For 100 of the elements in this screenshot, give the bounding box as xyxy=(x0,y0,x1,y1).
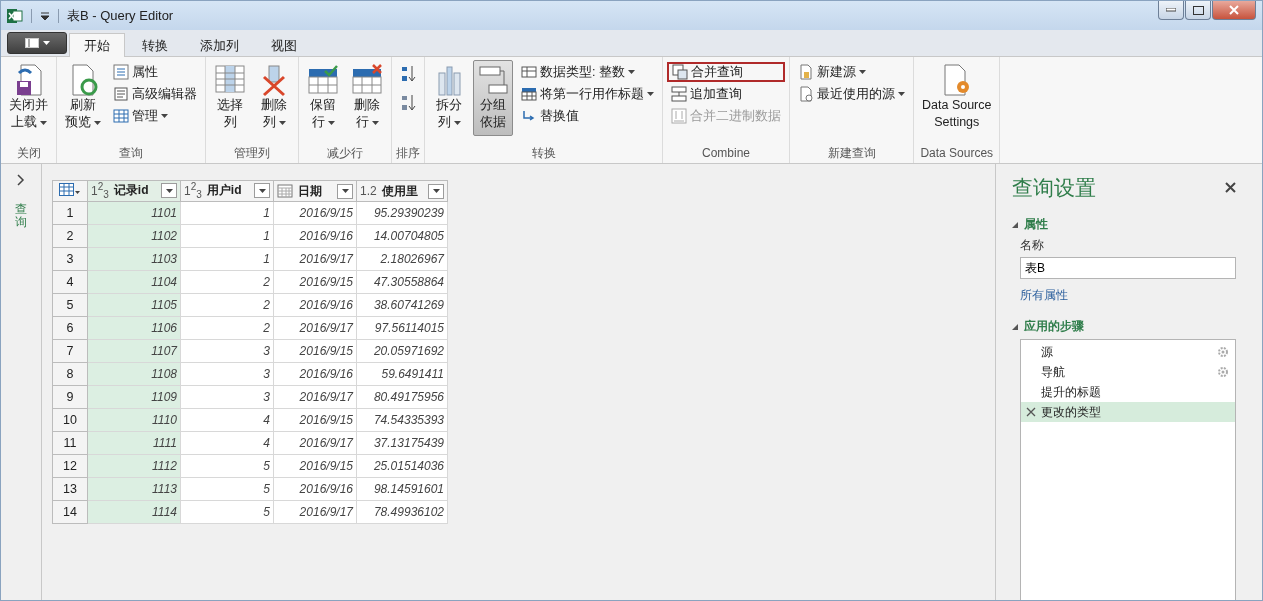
ribbon-large-button[interactable]: 刷新 预览 xyxy=(61,60,105,136)
ribbon-button[interactable]: 最近使用的源 xyxy=(794,84,909,104)
column-header[interactable]: 1$^{2}$$_{3}$ 用户id xyxy=(180,180,274,202)
column-header[interactable]: 1$^{2}$$_{3}$ 记录id xyxy=(87,180,181,202)
step-item[interactable]: 源 xyxy=(1021,342,1235,362)
ribbon-button[interactable]: 将第一行用作标题 xyxy=(517,84,658,104)
quick-access-caret-icon[interactable] xyxy=(40,10,50,21)
filter-dropdown[interactable] xyxy=(337,183,353,199)
recent-document-icon xyxy=(798,86,814,102)
type-label: 1.2 xyxy=(360,184,377,198)
row-number: 14 xyxy=(52,500,88,524)
all-properties-link[interactable]: 所有属性 xyxy=(1020,287,1236,304)
step-item[interactable]: 更改的类型 xyxy=(1021,402,1235,422)
row-number: 10 xyxy=(52,408,88,432)
table-menu-header[interactable] xyxy=(52,180,88,202)
step-label: 源 xyxy=(1041,343,1054,361)
queries-pane-label[interactable]: 查询 xyxy=(15,203,27,230)
field-label: 名称 xyxy=(1020,237,1045,254)
row-number: 6 xyxy=(52,316,88,340)
step-label: 提升的标题 xyxy=(1041,383,1102,401)
maximize-icon xyxy=(1192,5,1204,15)
step-item[interactable]: 提升的标题 xyxy=(1021,382,1235,402)
section-heading: 属性 xyxy=(1024,216,1048,233)
keep-rows-icon xyxy=(307,63,339,97)
script-icon xyxy=(113,86,129,102)
ribbon-large-button[interactable]: 保留 行 xyxy=(303,60,343,136)
ribbon-button[interactable]: 高级编辑器 xyxy=(109,84,201,104)
ribbon-group-label: 减少行 xyxy=(326,145,364,162)
column-header[interactable]: 1.2 使用里 xyxy=(356,180,448,202)
ribbon-tab[interactable]: 转换 xyxy=(127,33,183,57)
ribbon-group-label: 新建查询 xyxy=(826,145,877,162)
ribbon-button[interactable]: 追加查询 xyxy=(667,84,785,104)
filter-dropdown[interactable] xyxy=(161,183,177,199)
close-button[interactable] xyxy=(1212,1,1256,20)
table-icon xyxy=(113,108,129,124)
ribbon-group-label: 关闭 xyxy=(15,145,42,162)
ribbon-large-button[interactable]: 删除 列 xyxy=(254,60,294,136)
step-label: 更改的类型 xyxy=(1041,403,1102,421)
ribbon-group-label: Combine xyxy=(701,145,751,162)
ribbon-large-button[interactable]: 删除 行 xyxy=(347,60,387,136)
group-by-icon xyxy=(477,63,509,97)
filter-dropdown[interactable] xyxy=(428,183,444,199)
row-number: 1 xyxy=(52,201,88,225)
properties-icon xyxy=(113,64,129,80)
menu-icon xyxy=(24,38,39,48)
pane-title: 查询设置 xyxy=(1012,175,1096,201)
calendar-icon xyxy=(277,184,293,198)
row-number: 3 xyxy=(52,247,88,271)
row-number: 4 xyxy=(52,270,88,294)
row-number: 2 xyxy=(52,224,88,248)
ribbon-button[interactable]: 合并查询 xyxy=(667,62,785,82)
spreadsheet-app-icon xyxy=(7,7,23,24)
caret-icon xyxy=(341,189,349,193)
row-number: 7 xyxy=(52,339,88,363)
row-number: 13 xyxy=(52,477,88,501)
collapse-triangle-icon[interactable] xyxy=(1012,221,1018,228)
ribbon-large-button[interactable]: 分组 依据 xyxy=(473,60,513,136)
collapse-triangle-icon[interactable] xyxy=(1012,323,1018,330)
ribbon-large-button[interactable]: 关闭并 上载 xyxy=(5,60,52,136)
section-heading: 应用的步骤 xyxy=(1024,318,1084,335)
ribbon-large-button[interactable]: 选择 列 xyxy=(210,60,250,136)
table-header-icon xyxy=(521,86,537,102)
ribbon-button[interactable]: 新建源 xyxy=(794,62,909,82)
remove-rows-icon xyxy=(351,63,383,97)
column-header[interactable]: 日期 xyxy=(273,180,357,202)
ribbon-button[interactable]: 属性 xyxy=(109,62,201,82)
ribbon-large-button[interactable]: Data Source Settings xyxy=(918,60,996,136)
replace-arrow-icon xyxy=(521,108,537,124)
ribbon-button[interactable]: 替换值 xyxy=(517,106,658,126)
ribbon-button[interactable]: 数据类型: 整数 xyxy=(517,62,658,82)
row-number: 9 xyxy=(52,385,88,409)
name-field[interactable]: 表B xyxy=(1020,257,1236,279)
ribbon-tab[interactable]: 添加列 xyxy=(185,33,254,57)
filter-dropdown[interactable] xyxy=(254,183,270,199)
caret-icon xyxy=(165,189,173,193)
row-number: 12 xyxy=(52,454,88,478)
ribbon-button[interactable]: 管理 xyxy=(109,106,201,126)
file-menu-button[interactable] xyxy=(7,32,67,54)
ribbon-large-button[interactable]: 拆分 列 xyxy=(429,60,469,136)
row-number: 11 xyxy=(52,431,88,455)
caret-icon xyxy=(42,41,50,45)
maximize-button[interactable] xyxy=(1185,1,1211,20)
ribbon-tab[interactable]: 开始 xyxy=(69,33,125,57)
ribbon-group-label: 转换 xyxy=(530,145,557,162)
document-icon xyxy=(798,64,814,80)
column-type-icon xyxy=(521,64,537,80)
close-icon xyxy=(1229,5,1239,15)
row-number: 5 xyxy=(52,293,88,317)
minimize-button[interactable] xyxy=(1158,1,1184,20)
minimize-icon xyxy=(1166,8,1176,12)
ribbon-group-label: 排序 xyxy=(396,145,420,162)
ribbon-group-label: Data Sources xyxy=(919,145,995,162)
caret-icon xyxy=(258,189,266,193)
row-number: 8 xyxy=(52,362,88,386)
window-title: 表B - Query Editor xyxy=(67,6,174,25)
step-label: 导航 xyxy=(1041,363,1066,381)
delete-step-icon[interactable] xyxy=(1025,406,1037,418)
ribbon-group-label: 管理列 xyxy=(233,145,271,162)
ribbon-tab[interactable]: 视图 xyxy=(256,33,312,57)
step-item[interactable]: 导航 xyxy=(1021,362,1235,382)
